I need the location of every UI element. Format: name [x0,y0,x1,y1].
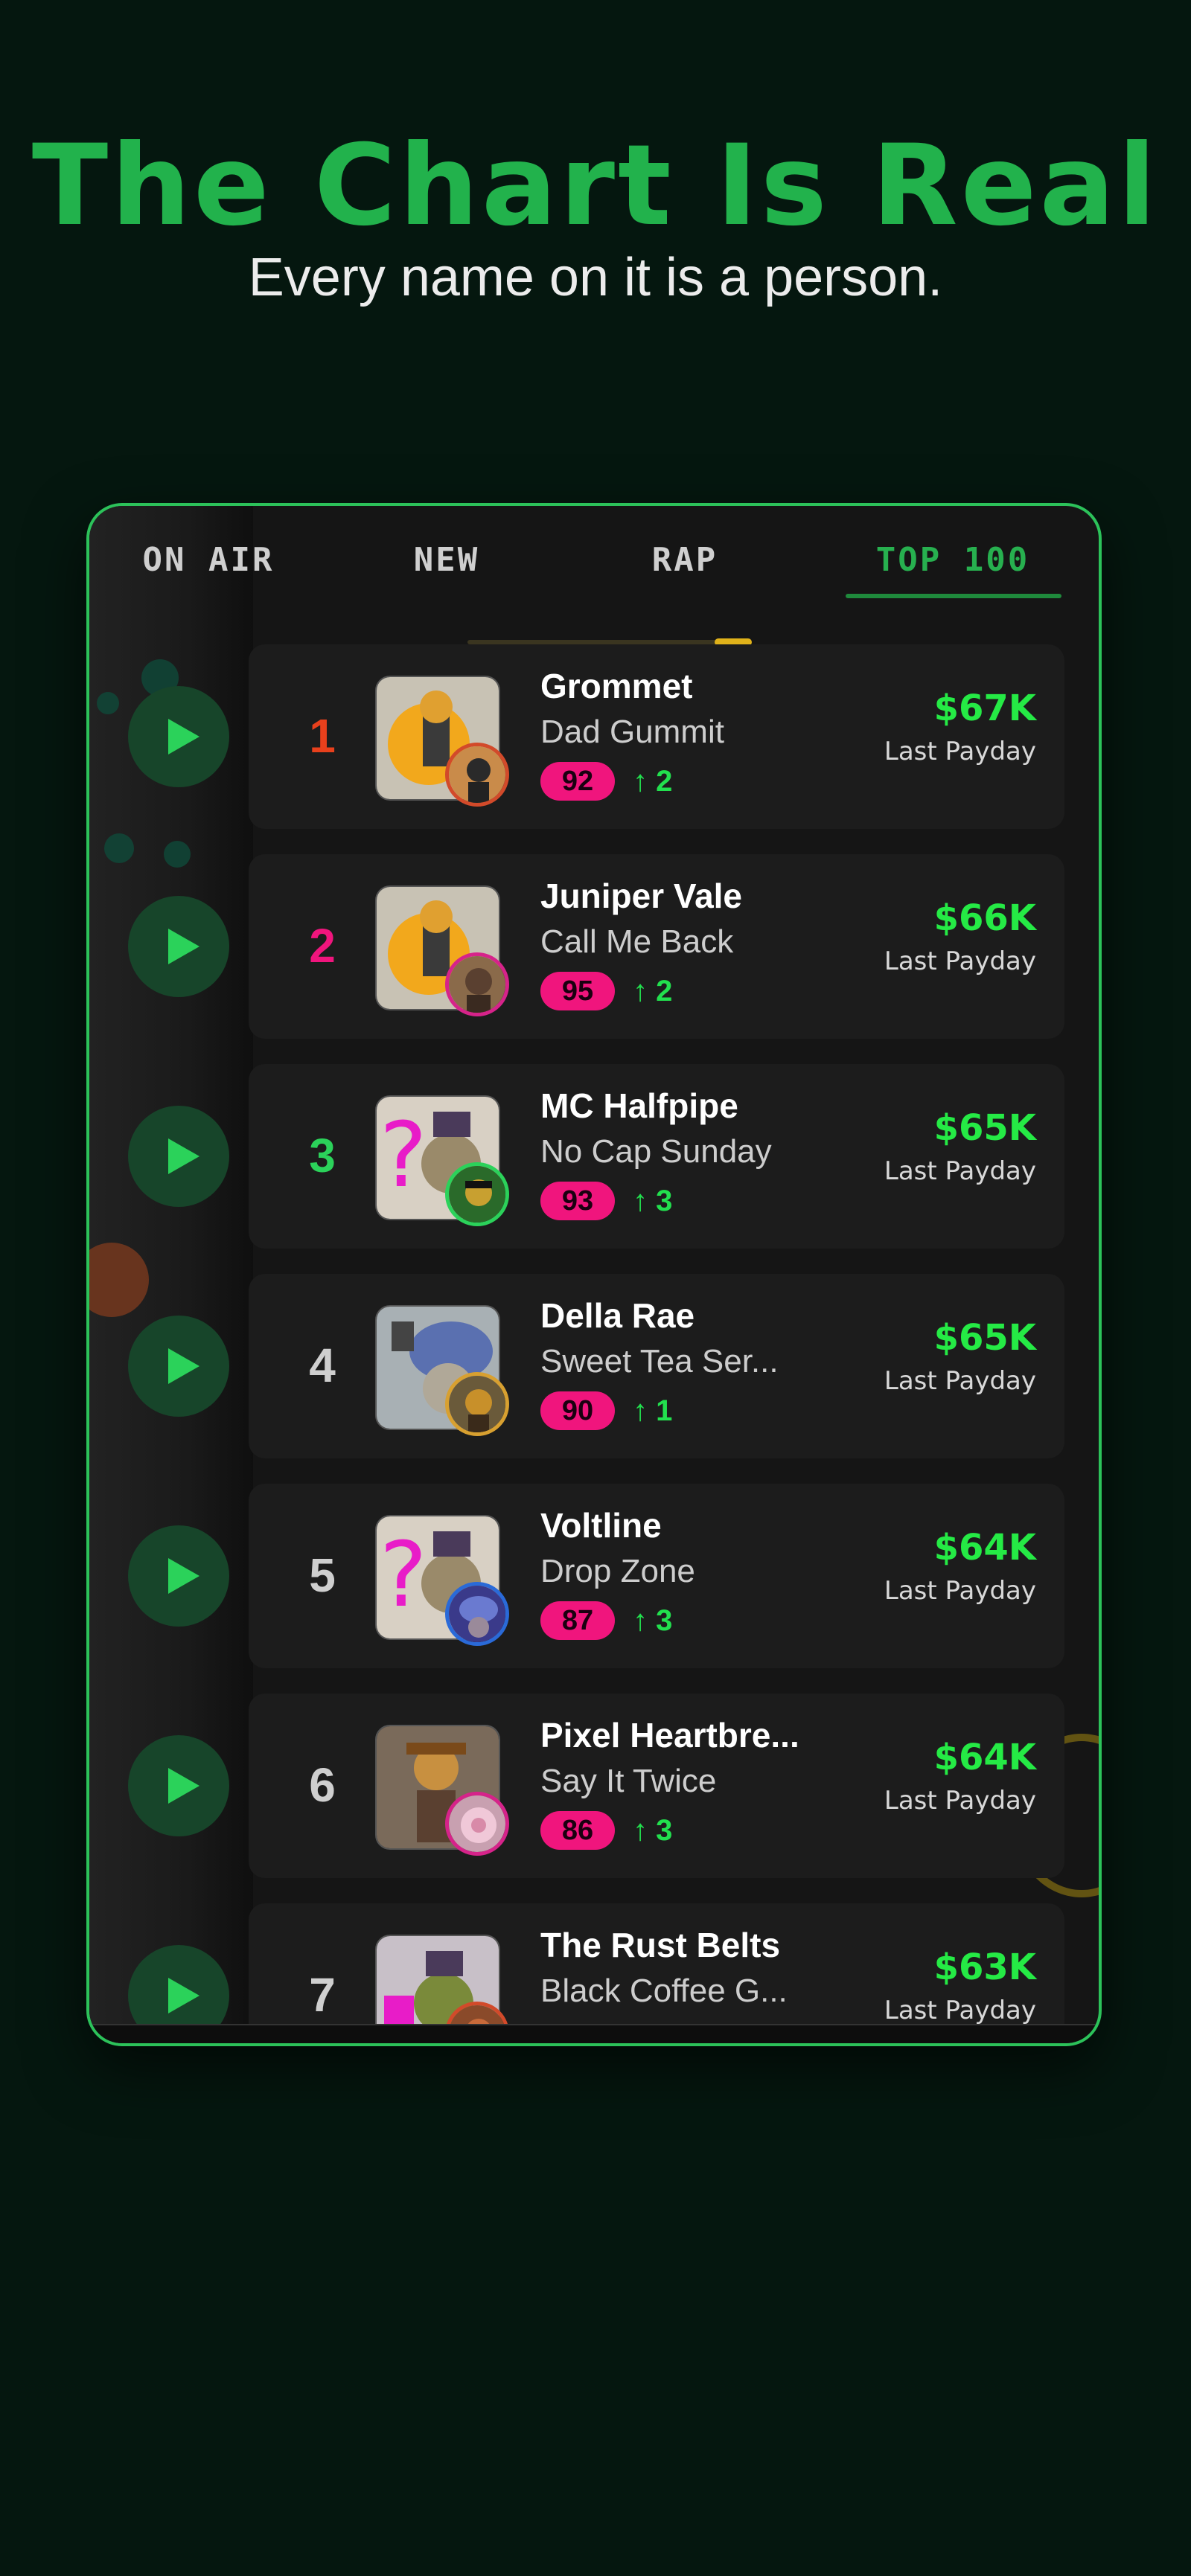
app-screenshot-frame: ON AIR NEW RAP TOP 100 1 Grommet Dad Gum… [86,503,1102,2046]
artist-name: The Rust Belts [540,1926,781,1964]
artist-avatar [445,1582,509,1646]
score-badge: 87 [540,1601,615,1640]
tab-on-air[interactable]: ON AIR [134,534,283,586]
score-badge: 95 [540,972,615,1010]
track-name: Black Coffee G... [540,1973,788,2009]
play-button[interactable] [128,1316,229,1417]
avatar-icon [449,1586,505,1642]
payday-amount: $65K [933,1317,1036,1359]
rank-change: ↑ 3 [633,1814,673,1847]
rank-change: ↑ 2 [633,765,673,798]
play-button[interactable] [128,1735,229,1836]
category-tabs: ON AIR NEW RAP TOP 100 [89,506,1099,618]
avatar-icon [449,746,505,803]
active-tab-underline [846,594,1061,598]
payday-label: Last Payday [884,1366,1036,1396]
rank-number: 4 [309,1339,336,1392]
avatar-icon [449,1376,505,1432]
payday-label: Last Payday [884,737,1036,766]
payday-amount: $64K [933,1527,1036,1569]
page-headline: The Chart Is Real [31,121,1160,251]
chart-row[interactable]: 6 Pixel Heartbre... Say It Twice 86 ↑ 3 … [89,1694,1099,1880]
artist-name: Pixel Heartbre... [540,1716,799,1755]
track-name: Say It Twice [540,1763,717,1799]
track-name: Call Me Back [540,923,734,960]
play-button[interactable] [128,896,229,997]
tab-top-100[interactable]: TOP 100 [834,534,1072,586]
chart-row[interactable]: 3 ? MC Halfpipe No Cap Sunday 93 ↑ 3 $65… [89,1064,1099,1250]
tab-rap[interactable]: RAP [633,534,737,586]
track-name: Dad Gummit [540,714,724,750]
avatar-icon [449,1166,505,1223]
svg-text:?: ? [380,1104,427,1208]
rank-number: 5 [309,1548,336,1602]
score-badge: 86 [540,1811,615,1850]
rank-number: 3 [309,1129,336,1182]
payday-amount: $65K [933,1107,1036,1149]
track-name: No Cap Sunday [540,1133,772,1170]
play-button[interactable] [128,1106,229,1207]
artist-name: MC Halfpipe [540,1086,738,1125]
artist-name: Juniper Vale [540,877,743,915]
chart-row[interactable]: 2 Juniper Vale Call Me Back 95 ↑ 2 $66K … [89,854,1099,1040]
chart-row[interactable]: 5 ? Voltline Drop Zone 87 ↑ 3 $64K Last … [89,1484,1099,1670]
payday-label: Last Payday [884,1996,1036,2025]
rank-change: ↑ 3 [633,1185,673,1217]
rank-number: 6 [309,1758,336,1812]
chart-row[interactable]: 4 Della Rae Sweet Tea Ser... 90 ↑ 1 $65K… [89,1274,1099,1460]
artist-avatar [445,1372,509,1436]
artist-name: Della Rae [540,1296,695,1335]
payday-label: Last Payday [884,1786,1036,1816]
play-button[interactable] [128,686,229,787]
tab-new[interactable]: NEW [395,534,499,586]
rank-change: ↑ 2 [633,975,673,1007]
track-name: Sweet Tea Ser... [540,1343,779,1380]
track-name: Drop Zone [540,1553,695,1589]
avatar-icon [449,1795,505,1852]
rank-change: ↑ 3 [633,1604,673,1637]
page-subheadline: Every name on it is a person. [248,248,943,307]
artist-avatar [445,1792,509,1856]
bottom-bar-edge [89,2024,1099,2043]
chart-row[interactable]: 1 Grommet Dad Gummit 92 ↑ 2 $67K Last Pa… [89,644,1099,830]
artist-avatar [445,952,509,1016]
payday-amount: $66K [933,897,1036,939]
rank-number: 1 [309,709,336,763]
payday-label: Last Payday [884,1576,1036,1606]
score-badge: 93 [540,1182,615,1220]
payday-amount: $67K [933,688,1036,729]
artist-avatar [445,743,509,807]
rank-number: 7 [309,1968,336,2022]
play-button[interactable] [128,1525,229,1627]
artist-avatar [445,1162,509,1226]
payday-amount: $63K [933,1947,1036,1988]
svg-text:?: ? [380,1524,427,1627]
artist-name: Voltline [540,1506,662,1545]
avatar-icon [449,956,505,1013]
score-badge: 90 [540,1391,615,1430]
payday-label: Last Payday [884,1156,1036,1186]
payday-amount: $64K [933,1737,1036,1778]
artist-name: Grommet [540,667,693,705]
payday-label: Last Payday [884,946,1036,976]
score-badge: 92 [540,762,615,801]
rank-change: ↑ 1 [633,1394,673,1427]
rank-number: 2 [309,919,336,973]
